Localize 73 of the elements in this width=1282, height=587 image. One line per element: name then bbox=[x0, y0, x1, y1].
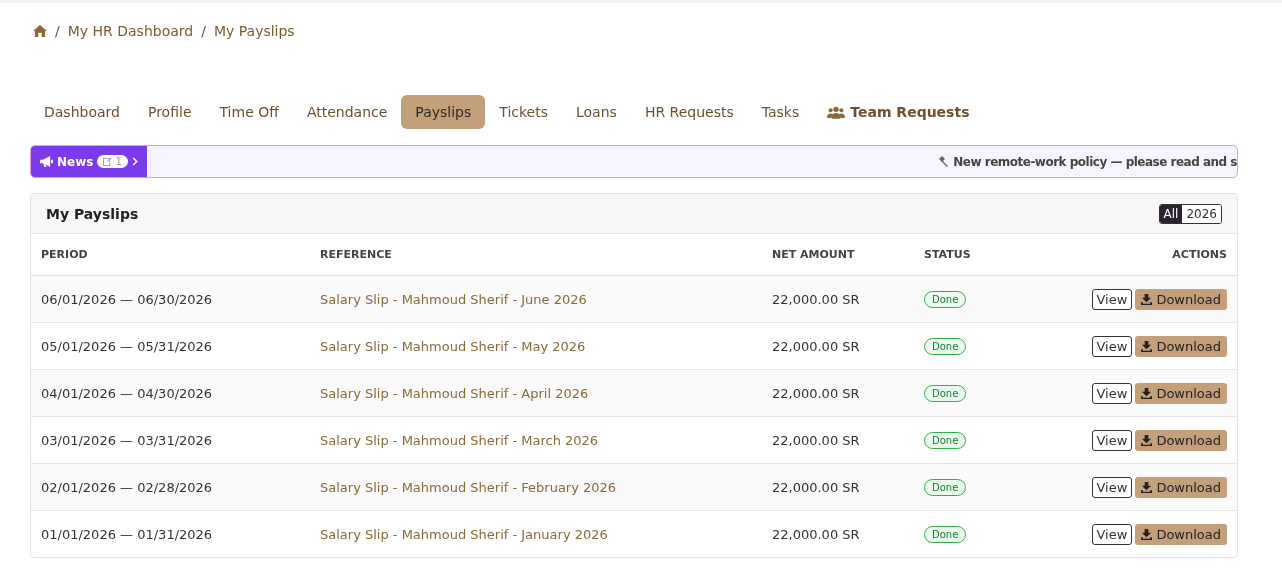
home-icon[interactable] bbox=[33, 25, 47, 37]
download-icon bbox=[1141, 481, 1153, 493]
status-badge: Done bbox=[924, 525, 967, 543]
breadcrumb-link[interactable]: My HR Dashboard bbox=[67, 23, 194, 39]
download-button[interactable]: Download bbox=[1135, 523, 1227, 545]
tab[interactable]: Dashboard bbox=[30, 95, 134, 129]
card-title: My Payslips bbox=[46, 205, 139, 222]
tab[interactable]: Payslips bbox=[401, 95, 486, 129]
view-button[interactable]: View bbox=[1091, 523, 1133, 545]
status-badge: Done bbox=[924, 384, 967, 402]
tab[interactable]: Team Requests bbox=[813, 95, 984, 129]
users-icon bbox=[827, 105, 846, 119]
breadcrumb-separator: / bbox=[201, 23, 206, 39]
table-cell: 22,000.00 SR bbox=[762, 322, 914, 370]
view-button[interactable]: View bbox=[1091, 476, 1133, 498]
table-cell: 22,000.00 SR bbox=[762, 275, 914, 323]
download-button[interactable]: Download bbox=[1135, 335, 1227, 357]
tab[interactable]: Tasks bbox=[747, 95, 814, 129]
payslip-link[interactable]: Salary Slip - Mahmoud Sherif - April 2026 bbox=[310, 369, 762, 417]
table-cell: 22,000.00 SR bbox=[762, 416, 914, 464]
download-icon bbox=[1141, 387, 1153, 399]
breadcrumb-separator: / bbox=[55, 23, 60, 39]
table-cell: 05/01/2026 — 05/31/2026 bbox=[31, 322, 310, 370]
payslip-link[interactable]: Salary Slip - Mahmoud Sherif - May 2026 bbox=[310, 322, 762, 370]
view-button[interactable]: View bbox=[1091, 382, 1133, 404]
edit-icon bbox=[103, 157, 113, 166]
payslip-link[interactable]: Salary Slip - Mahmoud Sherif - February 2026 bbox=[310, 463, 762, 511]
table-cell: 22,000.00 SR bbox=[762, 463, 914, 511]
download-button[interactable]: Download bbox=[1135, 382, 1227, 404]
column-header: STATUS bbox=[914, 234, 1011, 276]
view-button[interactable]: View bbox=[1091, 335, 1133, 357]
download-icon bbox=[1141, 434, 1153, 446]
download-icon bbox=[1141, 528, 1153, 540]
tab[interactable]: Profile bbox=[133, 95, 206, 129]
payslip-link[interactable]: Salary Slip - Mahmoud Sherif - March 2026 bbox=[310, 416, 762, 464]
download-icon bbox=[1141, 340, 1153, 352]
gavel-icon bbox=[937, 155, 950, 168]
status-badge: Done bbox=[924, 431, 967, 449]
status-badge: Done bbox=[924, 337, 967, 355]
payslip-link[interactable]: Salary Slip - Mahmoud Sherif - June 2026 bbox=[310, 275, 762, 323]
download-button[interactable]: Download bbox=[1135, 288, 1227, 310]
filter-button[interactable]: All bbox=[1159, 204, 1183, 223]
news-button[interactable]: News 1 bbox=[31, 146, 147, 177]
tab[interactable]: Time Off bbox=[205, 95, 293, 129]
filter-button[interactable]: 2026 bbox=[1182, 204, 1221, 223]
download-button[interactable]: Download bbox=[1135, 476, 1227, 498]
count-badge: 1 bbox=[97, 155, 128, 168]
table-cell: 01/01/2026 — 01/31/2026 bbox=[31, 510, 310, 557]
column-header: REFERENCE bbox=[310, 234, 762, 276]
table-cell: 22,000.00 SR bbox=[762, 510, 914, 557]
column-header: ACTIONS bbox=[1010, 234, 1237, 276]
status-badge: Done bbox=[924, 478, 967, 496]
download-icon bbox=[1141, 293, 1153, 305]
table-cell: 04/01/2026 — 04/30/2026 bbox=[31, 369, 310, 417]
tab[interactable]: Tickets bbox=[485, 95, 562, 129]
tab[interactable]: HR Requests bbox=[630, 95, 748, 129]
status-badge: Done bbox=[924, 290, 967, 308]
column-header: PERIOD bbox=[31, 234, 310, 276]
table-cell: 06/01/2026 — 06/30/2026 bbox=[31, 275, 310, 323]
breadcrumb-current: My Payslips bbox=[213, 23, 295, 39]
download-button[interactable]: Download bbox=[1135, 429, 1227, 451]
tab[interactable]: Attendance bbox=[292, 95, 402, 129]
view-button[interactable]: View bbox=[1091, 429, 1133, 451]
tab[interactable]: Loans bbox=[562, 95, 631, 129]
column-header: NET AMOUNT bbox=[762, 234, 914, 276]
table-cell: 02/01/2026 — 02/28/2026 bbox=[31, 463, 310, 511]
news-ticker-text: New remote-work policy — please read and s bbox=[953, 154, 1237, 169]
table-cell: 03/01/2026 — 03/31/2026 bbox=[31, 416, 310, 464]
chevron-right-icon bbox=[131, 157, 138, 166]
payslip-link[interactable]: Salary Slip - Mahmoud Sherif - January 2026 bbox=[310, 510, 762, 557]
megaphone-icon bbox=[40, 156, 53, 167]
view-button[interactable]: View bbox=[1091, 288, 1133, 310]
table-cell: 22,000.00 SR bbox=[762, 369, 914, 417]
